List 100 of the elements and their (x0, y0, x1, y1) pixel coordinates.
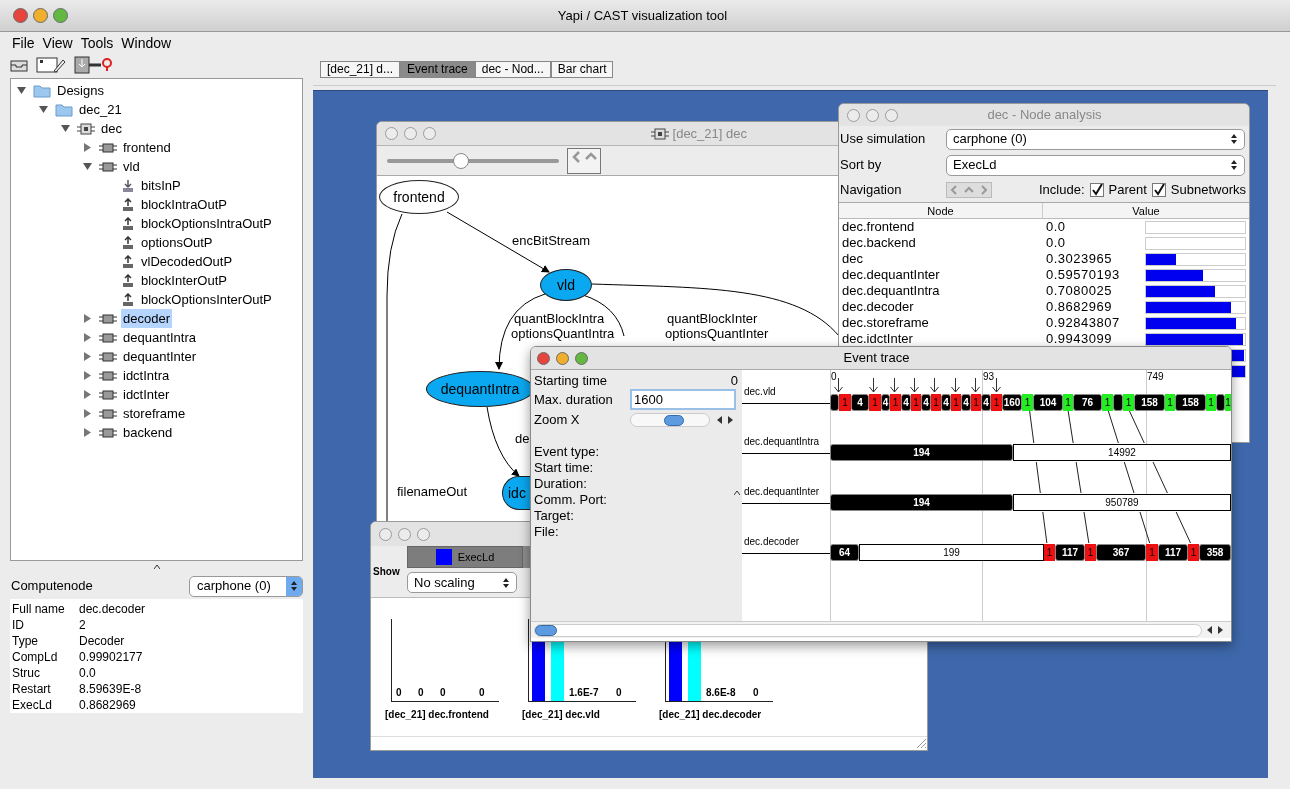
checkbox[interactable] (1089, 183, 1104, 197)
collapsed-arrow-icon[interactable] (83, 371, 92, 380)
trace-segment[interactable]: 117 (1055, 544, 1085, 561)
tree-item[interactable]: storeframe (121, 403, 188, 424)
menu-item[interactable]: Window (121, 32, 172, 54)
trace-segment[interactable]: 1 (911, 394, 921, 411)
trace-segment[interactable]: 358 (1199, 544, 1231, 561)
trace-segment[interactable]: 1 (1044, 544, 1055, 561)
menu-item[interactable]: Tools (80, 32, 114, 54)
menu-item[interactable]: File (12, 32, 35, 54)
trace-segment[interactable]: 1 (1085, 544, 1096, 561)
tree-item[interactable]: blockIntraOutP (139, 194, 229, 215)
simulation-dropdown[interactable]: carphone (0) (189, 575, 303, 597)
minimize-button[interactable] (556, 351, 569, 365)
horizontal-scrollbar[interactable] (534, 623, 1202, 637)
trace-segment[interactable]: 158 (1134, 394, 1165, 411)
tree-item[interactable]: decoder (121, 308, 172, 329)
expanded-arrow-icon[interactable] (61, 124, 70, 133)
trace-segment[interactable]: 1 (1206, 394, 1216, 411)
window-tab[interactable]: dec - Nod... (474, 61, 551, 78)
close-button[interactable] (13, 8, 28, 23)
trace-segment[interactable]: 76 (1073, 394, 1102, 411)
splitter-caret-icon[interactable] (734, 491, 740, 495)
trace-segment[interactable]: 117 (1158, 544, 1188, 561)
column-header[interactable]: Value (1043, 203, 1249, 218)
navigation-buttons[interactable] (567, 147, 601, 174)
close-button[interactable] (537, 351, 550, 365)
trace-segment[interactable]: 1 (890, 394, 901, 411)
menu-item[interactable]: View (42, 32, 73, 54)
resize-grip-icon[interactable] (915, 737, 927, 749)
trace-segment[interactable]: 1 (1022, 394, 1033, 411)
collapsed-arrow-icon[interactable] (83, 409, 92, 418)
scaling-dropdown[interactable]: No scaling (407, 572, 517, 593)
splitter-caret-icon[interactable] (153, 565, 160, 569)
simulation-dropdown[interactable]: carphone (0) (946, 128, 1245, 150)
zoom-button[interactable] (575, 351, 588, 365)
trace-segment[interactable]: 1 (1102, 394, 1113, 411)
trace-segment[interactable] (1113, 394, 1123, 411)
trace-segment[interactable]: 1 (1165, 394, 1175, 411)
stepper-icon[interactable] (1230, 133, 1238, 145)
trace-segment[interactable]: 104 (1033, 394, 1063, 411)
minimize-button[interactable] (33, 8, 48, 23)
checkbox[interactable] (1151, 183, 1166, 197)
stepper-icon[interactable] (1230, 159, 1238, 171)
trace-segment[interactable]: 1 (1146, 544, 1158, 561)
window-tab[interactable]: [dec_21] d... (320, 61, 401, 78)
graph-node[interactable]: idc (502, 476, 530, 510)
trace-segment[interactable]: 64 (830, 544, 859, 561)
trace-segment[interactable]: 1 (951, 394, 961, 411)
window-tab[interactable]: Event trace (400, 61, 475, 78)
collapsed-arrow-icon[interactable] (83, 314, 92, 323)
tree-item[interactable]: vld (121, 156, 142, 177)
tree-item[interactable]: dequantInter (121, 346, 198, 367)
collapsed-arrow-icon[interactable] (83, 143, 92, 152)
collapsed-arrow-icon[interactable] (83, 333, 92, 342)
expanded-arrow-icon[interactable] (83, 162, 92, 171)
trace-segment[interactable]: 1 (869, 394, 881, 411)
trace-segment[interactable]: 199 (859, 544, 1044, 561)
collapsed-arrow-icon[interactable] (83, 352, 92, 361)
tree-item[interactable]: dec_21 (77, 99, 124, 120)
tree-item[interactable]: vlDecodedOutP (139, 251, 235, 272)
trace-segment[interactable]: 158 (1175, 394, 1206, 411)
trace-segment[interactable]: 160 (1002, 394, 1022, 411)
tree-item[interactable]: blockInterOutP (139, 270, 229, 291)
tree-item[interactable]: idctInter (121, 384, 172, 405)
trace-segment[interactable]: 1 (1188, 544, 1199, 561)
tree-item[interactable]: bitsInP (139, 175, 183, 196)
trace-segment[interactable]: 194 (830, 444, 1013, 461)
zoom-slider[interactable] (630, 413, 710, 427)
tree-item[interactable]: blockOptionsInterOutP (139, 289, 274, 310)
tree-item[interactable]: Designs (55, 80, 106, 101)
slider-thumb[interactable] (452, 152, 469, 169)
tree-item[interactable]: blockOptionsIntraOutP (139, 213, 274, 234)
sort-dropdown[interactable]: ExecLd (946, 154, 1245, 176)
trace-segment[interactable]: 950789 (1013, 494, 1231, 511)
trace-segment[interactable]: 14992 (1013, 444, 1231, 461)
expanded-arrow-icon[interactable] (39, 105, 48, 114)
slider-thumb[interactable] (664, 415, 684, 426)
tray-icon[interactable] (10, 58, 28, 72)
trace-segment[interactable]: 1 (931, 394, 941, 411)
trace-segment[interactable]: 367 (1096, 544, 1146, 561)
stepper-icon[interactable] (502, 576, 510, 589)
window-tab[interactable]: Bar chart (550, 61, 614, 78)
tree-item[interactable]: backend (121, 422, 175, 443)
column-header[interactable]: Node (839, 203, 1043, 218)
tree-item[interactable]: frontend (121, 137, 173, 158)
duration-input[interactable]: 1600 (630, 389, 736, 410)
series-tab[interactable]: ExecLd (407, 546, 523, 568)
trace-segment[interactable]: 1 (1225, 394, 1231, 411)
collapsed-arrow-icon[interactable] (83, 428, 92, 437)
trace-segment[interactable]: 1 (1063, 394, 1073, 411)
zoom-slider[interactable] (387, 152, 559, 169)
trace-segment[interactable]: 1 (839, 394, 851, 411)
graph-node[interactable]: frontend (379, 180, 459, 214)
collapsed-arrow-icon[interactable] (83, 390, 92, 399)
tree-item[interactable]: optionsOutP (139, 232, 215, 253)
edit-icon[interactable] (36, 57, 66, 73)
stepper-icon[interactable] (290, 580, 298, 592)
trace-segment[interactable]: 1 (971, 394, 981, 411)
tree-item[interactable]: idctIntra (121, 365, 172, 386)
